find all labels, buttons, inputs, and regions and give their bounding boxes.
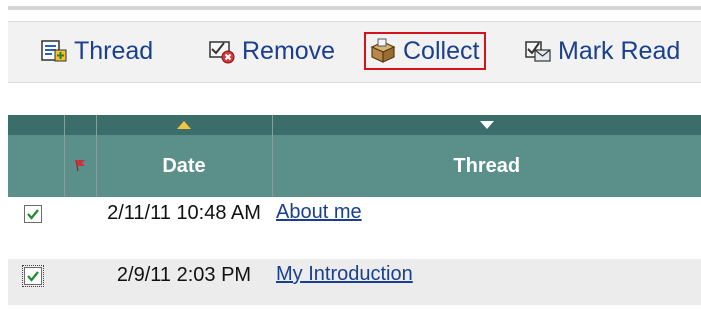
flag-column-header[interactable] [64, 135, 97, 197]
thread-cell: My Introduction [272, 259, 701, 305]
date-sort-cell[interactable] [96, 115, 273, 135]
sort-ascending-icon [177, 121, 191, 129]
mark-read-label: Mark Read [558, 36, 681, 65]
new-thread-label: Thread [74, 36, 154, 65]
row-checkbox[interactable] [22, 265, 44, 287]
mark-read-button[interactable]: Mark Read [524, 32, 680, 70]
collect-icon [369, 37, 397, 65]
sort-descending-icon [479, 121, 494, 129]
table-row: 2/9/11 2:03 PM My Introduction [8, 259, 701, 305]
remove-icon [208, 37, 236, 65]
thread-cell: About me [272, 197, 701, 259]
new-thread-icon [40, 37, 68, 65]
collect-label: Collect [403, 36, 480, 65]
thread-column-header[interactable]: Thread [272, 135, 701, 197]
thread-link[interactable]: About me [276, 201, 362, 223]
table-row: 2/11/11 10:48 AM About me [8, 197, 701, 259]
flag-header-top [64, 115, 97, 135]
thread-table: Date Thread 2/11/11 10:48 AM About me 2/… [8, 115, 701, 305]
flag-cell [64, 197, 96, 259]
thread-link[interactable]: My Introduction [276, 263, 413, 285]
toolbar: Thread Remove Collect Mark Read [8, 21, 701, 83]
select-cell [8, 259, 64, 305]
date-cell: 2/11/11 10:48 AM [96, 197, 272, 259]
select-column-header [8, 135, 65, 197]
thread-sort-cell[interactable] [272, 115, 701, 135]
select-header-top [8, 115, 65, 135]
sort-indicator-row [8, 115, 701, 135]
collect-button[interactable]: Collect [364, 32, 487, 70]
flag-cell [64, 259, 96, 305]
mark-read-icon [524, 37, 552, 65]
date-cell: 2/9/11 2:03 PM [96, 259, 272, 305]
row-checkbox[interactable] [24, 205, 42, 223]
checkmark-icon [27, 209, 39, 220]
select-cell [8, 197, 64, 259]
header-row: Date Thread [8, 135, 701, 197]
new-thread-button[interactable]: Thread [40, 32, 153, 70]
checkmark-icon [27, 271, 39, 282]
remove-button[interactable]: Remove [208, 32, 335, 70]
remove-label: Remove [242, 36, 336, 65]
top-divider [8, 6, 701, 10]
flag-icon [75, 159, 85, 171]
date-column-header[interactable]: Date [96, 135, 273, 197]
